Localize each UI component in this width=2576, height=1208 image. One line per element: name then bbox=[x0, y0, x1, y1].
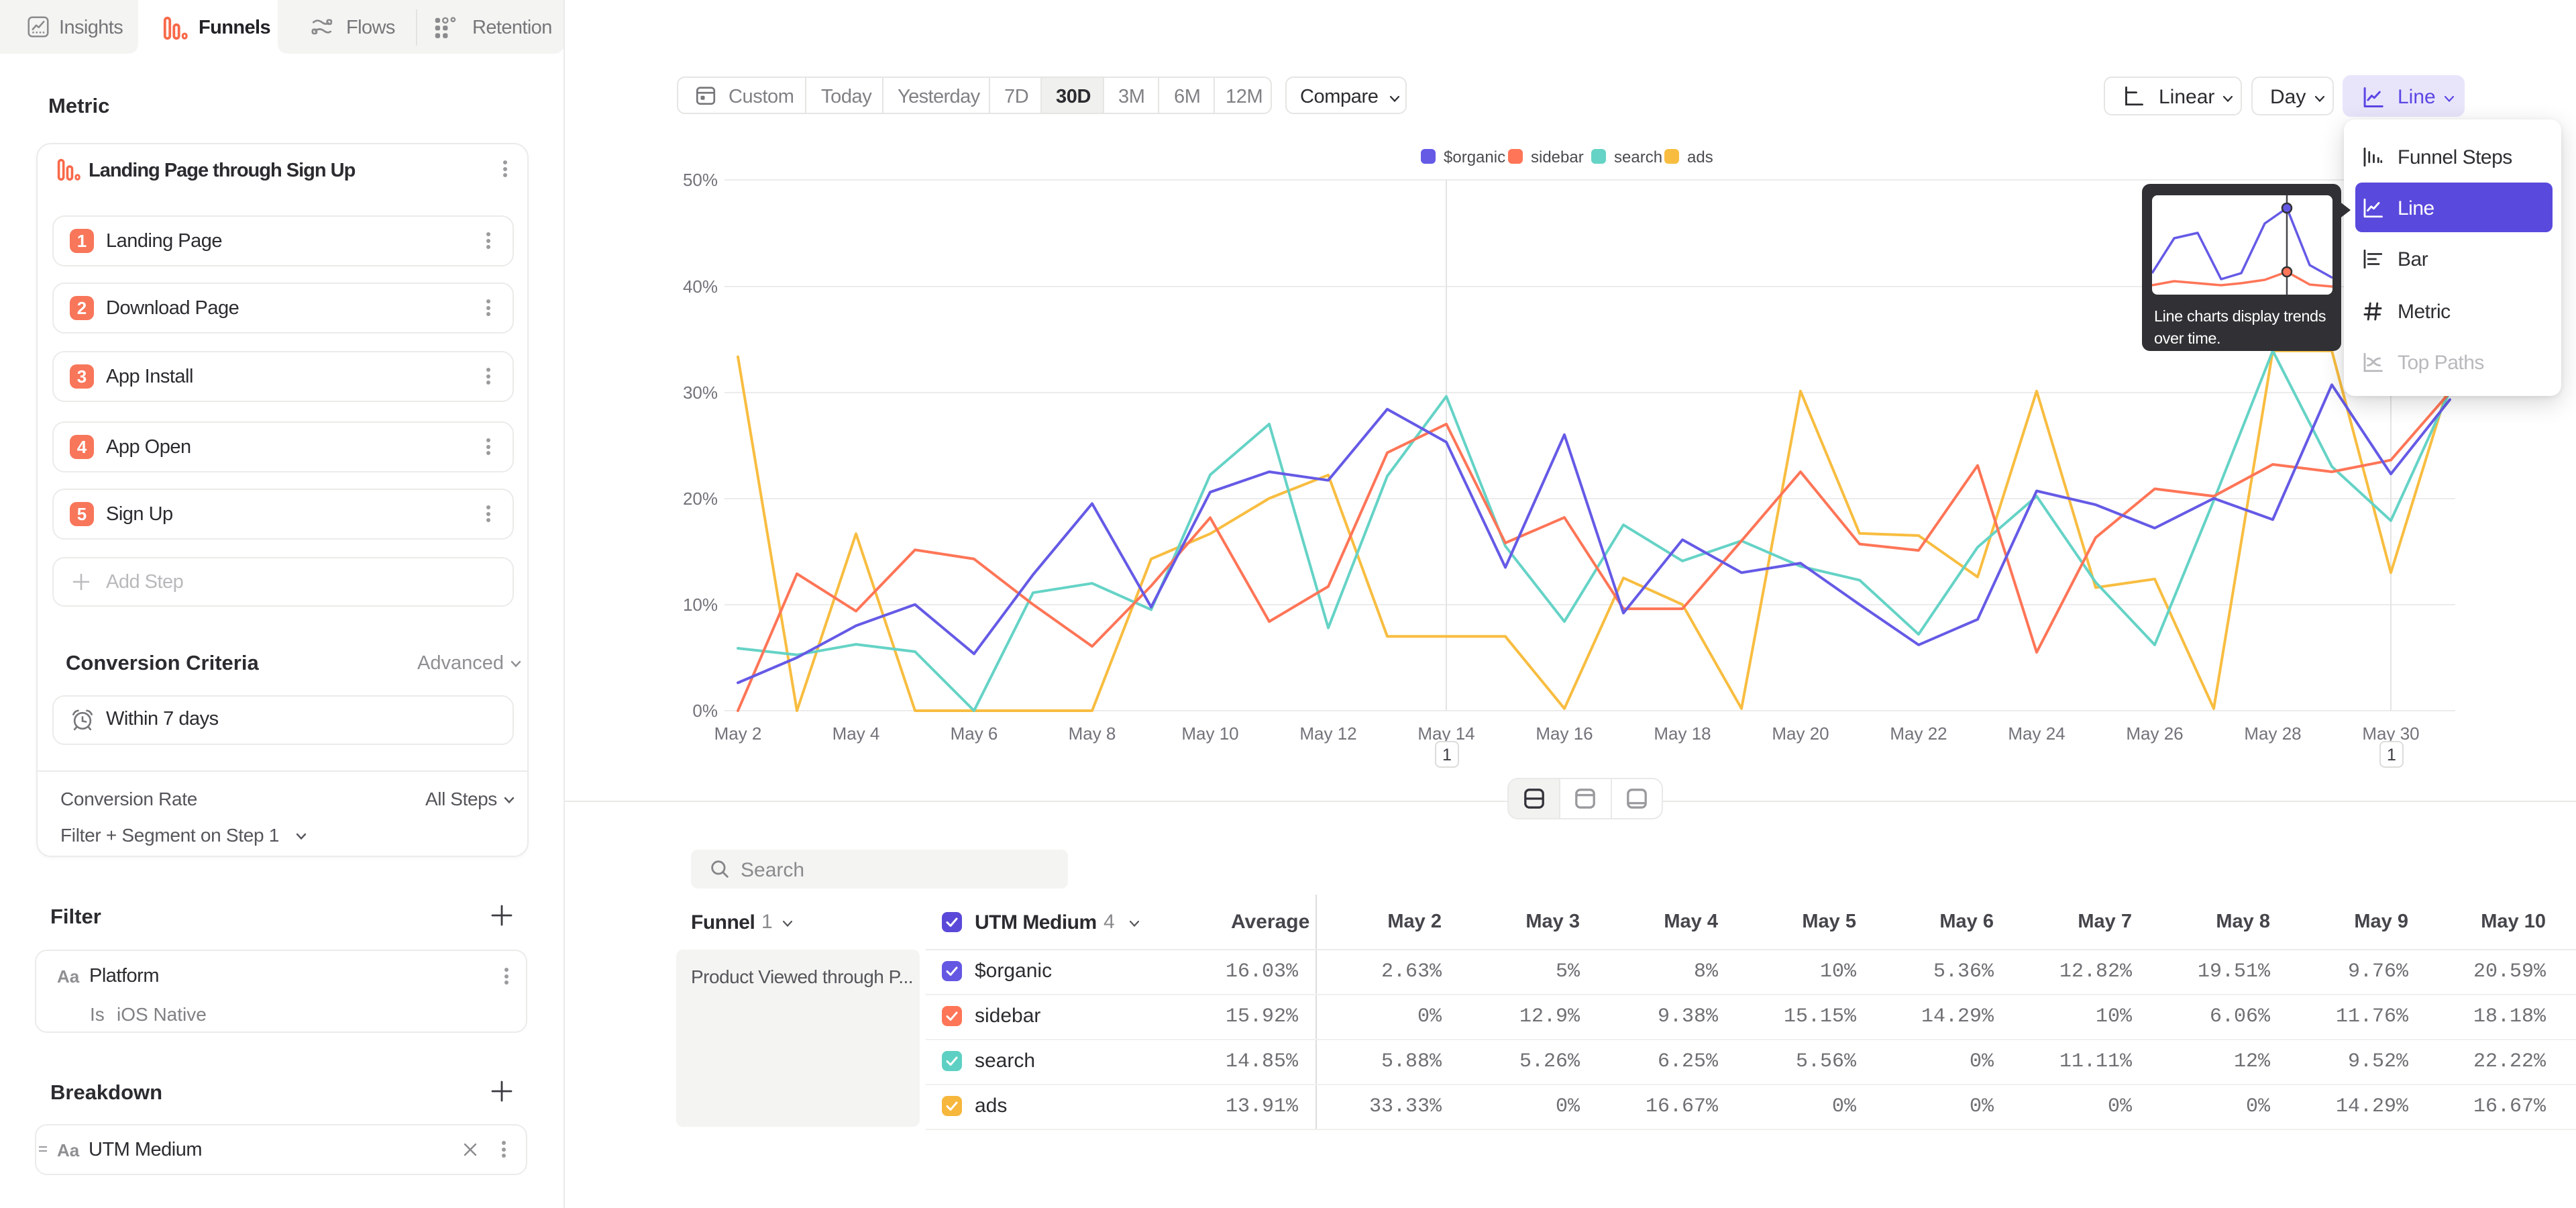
svg-text:20%: 20% bbox=[683, 489, 718, 509]
svg-text:40%: 40% bbox=[683, 276, 718, 297]
svg-text:May 12: May 12 bbox=[1299, 723, 1356, 744]
svg-text:May 8: May 8 bbox=[1069, 723, 1116, 744]
svg-text:50%: 50% bbox=[683, 170, 718, 190]
svg-text:10%: 10% bbox=[683, 595, 718, 615]
svg-text:May 16: May 16 bbox=[1536, 723, 1593, 744]
svg-text:May 4: May 4 bbox=[833, 723, 880, 744]
svg-text:May 10: May 10 bbox=[1181, 723, 1238, 744]
svg-text:May 28: May 28 bbox=[2244, 723, 2301, 744]
svg-text:May 18: May 18 bbox=[1654, 723, 1711, 744]
svg-text:May 6: May 6 bbox=[951, 723, 998, 744]
svg-text:0%: 0% bbox=[692, 701, 718, 721]
svg-text:30%: 30% bbox=[683, 383, 718, 403]
svg-text:May 24: May 24 bbox=[2008, 723, 2065, 744]
svg-text:May 26: May 26 bbox=[2126, 723, 2183, 744]
svg-text:May 22: May 22 bbox=[1890, 723, 1947, 744]
svg-text:May 2: May 2 bbox=[714, 723, 762, 744]
svg-text:May 20: May 20 bbox=[1772, 723, 1829, 744]
